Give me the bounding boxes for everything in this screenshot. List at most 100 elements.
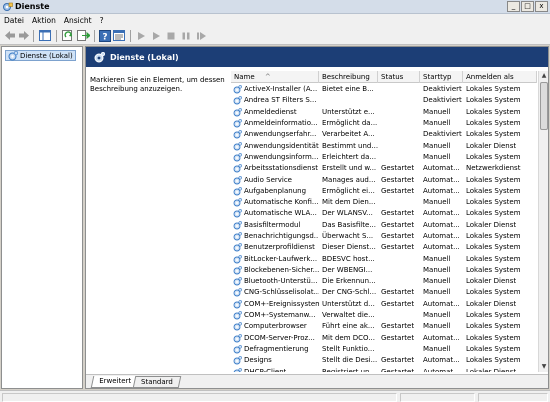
cell-status: Gestartet: [381, 220, 415, 229]
table-row[interactable]: Benachrichtigungsd... Überwacht S... Gesta…: [231, 231, 537, 242]
cell-logon-as: Lokaler Dienst: [466, 367, 517, 372]
forward-arrow-icon[interactable]: [17, 29, 31, 42]
service-gear-icon: [233, 85, 242, 94]
menu-ansicht[interactable]: Ansicht: [60, 14, 96, 27]
cell-description: Verarbeitet A...: [322, 130, 375, 139]
cell-logon-as: Netzwerkdienst: [466, 164, 521, 173]
menu-aktion[interactable]: Aktion: [28, 14, 60, 27]
table-row[interactable]: Arbeitsstationsdienst Erstellt und w... Ge…: [231, 163, 537, 174]
menu-datei[interactable]: Datei: [0, 14, 28, 27]
back-arrow-icon[interactable]: [3, 29, 17, 42]
table-row[interactable]: Defragmentierung Stellt Funktio... Manuell…: [231, 344, 537, 355]
menu-help[interactable]: ?: [96, 14, 108, 27]
cell-logon-as: Lokales System: [466, 356, 521, 365]
minimize-button[interactable]: _: [507, 1, 520, 12]
export-list-icon[interactable]: [76, 29, 90, 42]
service-gear-icon: [233, 288, 242, 297]
table-row[interactable]: Bluetooth-Unterstü... Die Erkennun... Manu…: [231, 276, 537, 287]
scroll-up-icon[interactable]: ▲: [539, 71, 549, 81]
status-section-2: [400, 393, 475, 402]
table-row[interactable]: Aufgabenplanung Ermöglicht ei... Gestartet…: [231, 186, 537, 197]
maximize-button[interactable]: □: [521, 1, 534, 12]
cell-description: Der CNG-Schl...: [322, 288, 377, 297]
service-gear-icon: [233, 175, 242, 184]
table-row[interactable]: DHCP-Client Registriert un... Gestartet Aut…: [231, 366, 537, 372]
restart-icon[interactable]: [194, 29, 208, 42]
column-header-description[interactable]: Beschreibung: [319, 71, 378, 83]
cell-description: Das Basisfilte...: [322, 220, 376, 229]
cell-name: DCOM-Server-Proz...: [231, 333, 319, 344]
service-gear-icon: [233, 107, 242, 117]
column-header-logon-as[interactable]: Anmelden als: [463, 71, 537, 83]
service-gear-icon: [233, 164, 242, 173]
table-row[interactable]: Basisfiltermodul Das Basisfilte... Gestart…: [231, 220, 537, 231]
cell-starttype: Manuell: [423, 141, 451, 150]
pause-icon[interactable]: [179, 29, 193, 42]
cell-name: Andrea ST Filters S...: [231, 95, 319, 106]
services-gear-icon: [94, 51, 105, 62]
scroll-down-icon[interactable]: ▼: [539, 362, 549, 372]
table-row[interactable]: Benutzerprofildienst Dieser Dienst... Gest…: [231, 242, 537, 253]
table-row[interactable]: CNG-Schlüsselisolat... Der CNG-Schl... Ges…: [231, 287, 537, 298]
cell-status: [378, 118, 420, 129]
service-gear-icon: [233, 220, 242, 230]
table-row[interactable]: Andrea ST Filters S... Deaktiviert Lokales…: [231, 95, 537, 106]
table-row[interactable]: Anmeldeinformatio... Ermöglicht da... Manu…: [231, 118, 537, 129]
cell-description: Unterstützt d...: [322, 299, 375, 308]
column-header-starttype[interactable]: Starttyp: [420, 71, 463, 83]
table-row[interactable]: Anwendungsidentität Bestimmt und... Manuel…: [231, 140, 537, 151]
services-pane: Dienste (Lokal) Markieren Sie ein Elemen…: [85, 46, 549, 389]
refresh-icon[interactable]: [61, 29, 75, 42]
table-row[interactable]: Audio Service Manages aud... Gestartet Auto…: [231, 174, 537, 185]
tab-standard[interactable]: Standard: [132, 376, 182, 388]
table-row[interactable]: Automatische WLA... Der WLANSV... Gestarte…: [231, 208, 537, 219]
play-icon[interactable]: [134, 29, 148, 42]
cell-starttype: Manuell: [423, 311, 451, 320]
close-button[interactable]: x: [535, 1, 548, 12]
help-icon[interactable]: ?: [98, 29, 112, 42]
table-row[interactable]: COM+-Ereignissystem Unterstützt d... Gesta…: [231, 299, 537, 310]
services-app-icon: [3, 2, 13, 11]
play-disabled-icon[interactable]: [149, 29, 163, 42]
cell-logon-as: Lokales System: [466, 175, 521, 184]
cell-description: Verwaltet die...: [322, 311, 375, 320]
cell-description: Unterstützt e...: [322, 107, 375, 116]
cell-name: Bluetooth-Unterstü...: [231, 276, 319, 287]
table-row[interactable]: BitLocker-Laufwerk... BDESVC host... Manue…: [231, 253, 537, 264]
table-row[interactable]: Designs Stellt die Desi... Gestartet Automa…: [231, 355, 537, 366]
vertical-scrollbar[interactable]: ▲ ▼: [538, 71, 548, 372]
cell-name: Benachrichtigungsd...: [231, 231, 319, 242]
cell-starttype: Manuell: [423, 198, 451, 207]
table-row[interactable]: Anwendungserfahr... Verarbeitet A... Deakt…: [231, 129, 537, 140]
scrollbar-thumb[interactable]: [540, 82, 548, 130]
table-row[interactable]: COM+-Systemanw... Verwaltet die... Manuell…: [231, 310, 537, 321]
cell-name: BitLocker-Laufwerk...: [231, 254, 319, 265]
table-row[interactable]: Anmeldedienst Unterstützt e... Manuell Loka…: [231, 107, 537, 118]
tree-item-services-local[interactable]: Dienste (Lokal): [5, 50, 76, 61]
cell-status: Gestartet: [381, 356, 415, 365]
show-hide-tree-icon[interactable]: [38, 29, 52, 42]
service-gear-icon: [233, 96, 242, 105]
cell-logon-as: Lokales System: [466, 130, 521, 139]
stop-icon[interactable]: [164, 29, 178, 42]
table-row[interactable]: ActiveX-Installer (A... Bietet eine B... D…: [231, 84, 537, 95]
cell-starttype: Automat...: [423, 209, 460, 218]
service-gear-icon: [233, 367, 242, 372]
menu-bar: Datei Aktion Ansicht ?: [0, 14, 550, 27]
tree-item-label: Dienste (Lokal): [20, 51, 73, 60]
table-row[interactable]: Anwendungsinform... Erleichtert da... Manu…: [231, 152, 537, 163]
cell-name: Computerbrowser: [231, 321, 319, 332]
cell-name: Anwendungserfahr...: [231, 129, 319, 140]
service-gear-icon: [233, 265, 242, 275]
table-row[interactable]: Computerbrowser Führt eine ak... Gestartet…: [231, 321, 537, 332]
cell-status: Gestartet: [381, 243, 415, 252]
column-header-status[interactable]: Status: [378, 71, 420, 83]
table-row[interactable]: DCOM-Server-Proz... Mit dem DCO... Gestart…: [231, 333, 537, 344]
cell-status: [378, 265, 420, 276]
column-header-name[interactable]: Name ^: [231, 71, 319, 83]
cell-status: [378, 141, 420, 152]
table-row[interactable]: Automatische Konfi... Mit dem Dien... Manu…: [231, 197, 537, 208]
cell-starttype: Manuell: [423, 107, 451, 116]
properties-icon[interactable]: [112, 29, 126, 42]
table-row[interactable]: Blockebenen-Sicher... Der WBENGI... Manuel…: [231, 265, 537, 276]
